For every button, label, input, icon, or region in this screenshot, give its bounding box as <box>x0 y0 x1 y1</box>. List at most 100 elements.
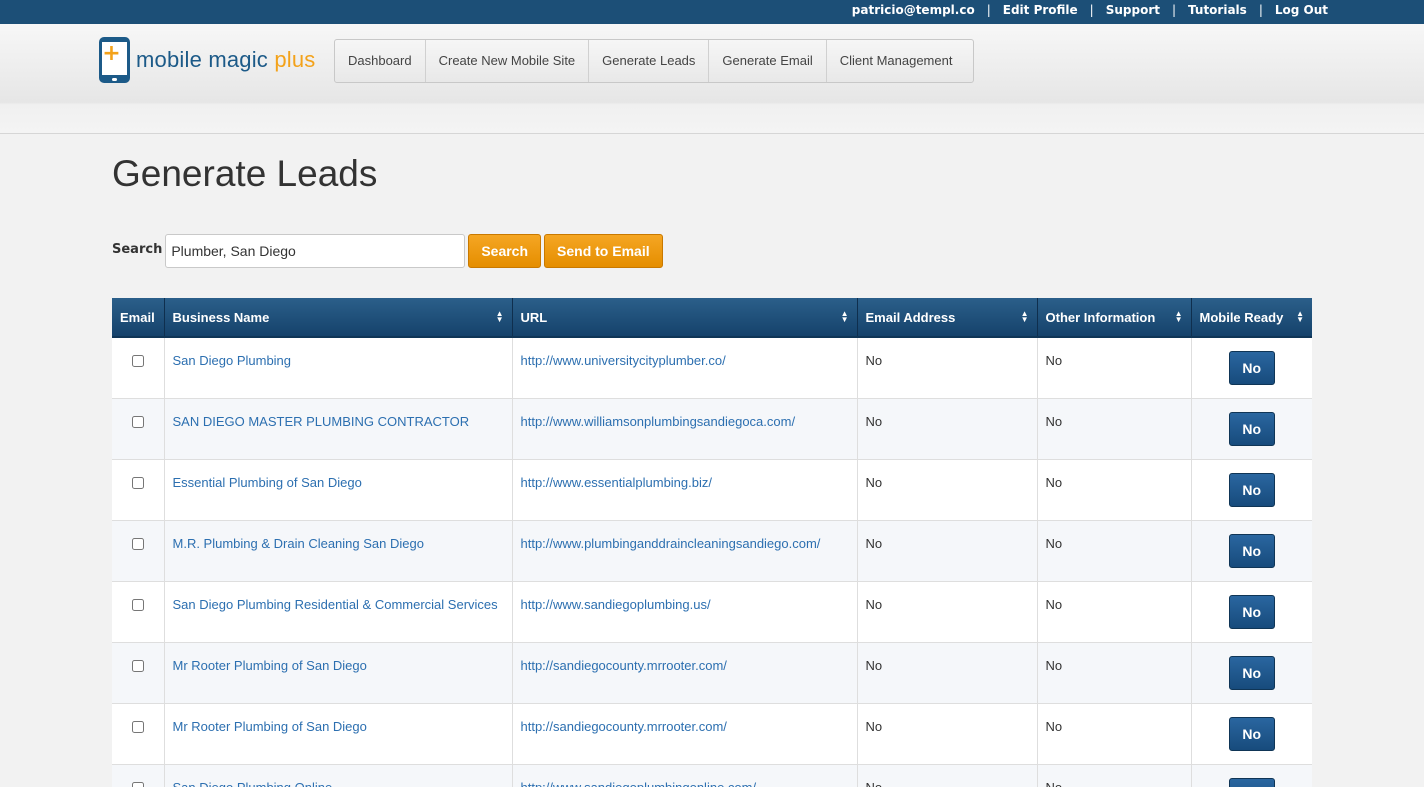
business-name-link[interactable]: San Diego Plumbing Residential & Commerc… <box>173 597 498 612</box>
url-cell: http://www.plumbinganddraincleaningsandi… <box>512 520 858 582</box>
mobile-ready-button[interactable]: No <box>1228 351 1275 385</box>
tutorials-link[interactable]: Tutorials <box>1188 3 1247 17</box>
search-button[interactable]: Search <box>468 234 542 268</box>
url-cell: http://www.williamsonplumbingsandiegoca.… <box>512 398 858 460</box>
url-link[interactable]: http://www.plumbinganddraincleaningsandi… <box>521 536 821 551</box>
table-row: SAN DIEGO MASTER PLUMBING CONTRACTOR http… <box>112 398 1312 460</box>
table-row: San Diego Plumbing Online http://www.sand… <box>112 764 1312 787</box>
url-link[interactable]: http://www.sandiegoplumbing.us/ <box>521 597 711 612</box>
column-header-mobile-ready[interactable]: Mobile Ready ▲ ▼ <box>1191 298 1312 338</box>
search-input[interactable] <box>165 234 466 268</box>
mobile-ready-cell: No <box>1191 398 1312 460</box>
email-address-cell: No <box>857 642 1038 704</box>
business-name-cell: San Diego Plumbing <box>164 337 513 399</box>
mobile-ready-cell: No <box>1191 581 1312 643</box>
business-name-link[interactable]: San Diego Plumbing Online <box>173 780 333 787</box>
url-cell: http://www.universitycityplumber.co/ <box>512 337 858 399</box>
mobile-ready-button[interactable]: No <box>1228 411 1275 446</box>
business-name-cell: San Diego Plumbing Online <box>164 764 513 787</box>
select-email-checkbox[interactable] <box>131 720 144 733</box>
business-name-link[interactable]: Mr Rooter Plumbing of San Diego <box>173 719 367 734</box>
mobile-ready-button[interactable]: No <box>1228 716 1275 751</box>
select-email-checkbox[interactable] <box>131 659 144 672</box>
mobile-ready-cell: No <box>1191 459 1312 521</box>
edit-profile-link[interactable]: Edit Profile <box>1003 3 1078 17</box>
url-cell: http://sandiegocounty.mrrooter.com/ <box>512 703 858 765</box>
url-cell: http://sandiegocounty.mrrooter.com/ <box>512 642 858 704</box>
log-out-link[interactable]: Log Out <box>1275 3 1328 17</box>
url-link[interactable]: http://www.williamsonplumbingsandiegoca.… <box>521 414 796 429</box>
select-email-checkbox[interactable] <box>131 598 144 611</box>
url-link[interactable]: http://www.sandiegoplumbingonline.com/ <box>521 780 757 787</box>
url-link[interactable]: http://www.universitycityplumber.co/ <box>521 353 726 368</box>
select-email-checkbox[interactable] <box>131 781 144 787</box>
table-row: San Diego Plumbing Residential & Commerc… <box>112 581 1312 643</box>
search-row: Search Search Send to Email <box>112 234 663 268</box>
user-email-link[interactable]: patricio@templ.co <box>852 3 975 17</box>
other-information-cell: No <box>1037 642 1192 704</box>
nav-item-client-management[interactable]: Client Management <box>827 40 974 82</box>
search-label: Search <box>112 241 163 257</box>
select-email-checkbox[interactable] <box>131 537 144 550</box>
table-row: M.R. Plumbing & Drain Cleaning San Diego… <box>112 520 1312 582</box>
email-address-cell: No <box>857 459 1038 521</box>
business-name-cell: Mr Rooter Plumbing of San Diego <box>164 642 513 704</box>
business-name-link[interactable]: Essential Plumbing of San Diego <box>173 475 362 490</box>
nav-item-generate-leads[interactable]: Generate Leads <box>589 40 710 82</box>
sort-icon: ▲ ▼ <box>495 309 504 324</box>
column-header-email-address[interactable]: Email Address ▲ ▼ <box>857 298 1038 338</box>
mobile-ready-cell: No <box>1191 703 1312 765</box>
send-to-email-button[interactable]: Send to Email <box>544 234 663 268</box>
url-cell: http://www.sandiegoplumbing.us/ <box>512 581 858 643</box>
nav-item-dashboard[interactable]: Dashboard <box>335 40 426 82</box>
mobile-ready-button[interactable]: No <box>1228 655 1275 690</box>
email-address-cell: No <box>857 581 1038 643</box>
other-information-cell: No <box>1037 398 1192 460</box>
url-link[interactable]: http://sandiegocounty.mrrooter.com/ <box>521 719 727 734</box>
select-email-checkbox[interactable] <box>131 355 144 367</box>
separator: | <box>1089 3 1094 17</box>
logo-text: mobile magic plus <box>136 47 316 72</box>
other-information-cell: No <box>1037 581 1192 643</box>
user-links: patricio@templ.co | Edit Profile | Suppo… <box>852 3 1328 17</box>
select-email-checkbox[interactable] <box>131 415 144 428</box>
business-name-link[interactable]: Mr Rooter Plumbing of San Diego <box>173 658 367 673</box>
column-header-business-name[interactable]: Business Name ▲ ▼ <box>164 298 513 338</box>
email-cell <box>112 520 165 582</box>
business-name-cell: Essential Plumbing of San Diego <box>164 459 513 521</box>
other-information-cell: No <box>1037 337 1192 399</box>
nav-item-create-new-mobile-site[interactable]: Create New Mobile Site <box>426 40 590 82</box>
url-link[interactable]: http://www.essentialplumbing.biz/ <box>521 475 712 490</box>
business-name-link[interactable]: M.R. Plumbing & Drain Cleaning San Diego <box>173 536 424 551</box>
sort-icon: ▲ ▼ <box>1020 309 1029 324</box>
table-row: Mr Rooter Plumbing of San Diego http://sa… <box>112 703 1312 765</box>
sort-icon: ▲ ▼ <box>840 309 849 324</box>
column-header-other-information[interactable]: Other Information ▲ ▼ <box>1037 298 1192 338</box>
mobile-ready-button[interactable]: No <box>1228 594 1275 629</box>
column-header-url[interactable]: URL ▲ ▼ <box>512 298 858 338</box>
leads-table: Email Business Name ▲ ▼ URL ▲ ▼ Email Addres… <box>112 298 1312 787</box>
business-name-link[interactable]: San Diego Plumbing <box>173 353 292 368</box>
email-cell <box>112 703 165 765</box>
business-name-link[interactable]: SAN DIEGO MASTER PLUMBING CONTRACTOR <box>173 414 470 429</box>
url-link[interactable]: http://sandiegocounty.mrrooter.com/ <box>521 658 727 673</box>
mobile-ready-cell: No <box>1191 520 1312 582</box>
phone-plus-icon: + <box>99 37 130 83</box>
mobile-ready-button[interactable]: No <box>1228 777 1275 787</box>
table-row: Essential Plumbing of San Diego http://ww… <box>112 459 1312 521</box>
mobile-ready-button[interactable]: No <box>1228 472 1275 507</box>
logo[interactable]: + mobile magic plus <box>99 37 316 83</box>
table-header-row: Email Business Name ▲ ▼ URL ▲ ▼ Email Addres… <box>112 298 1312 338</box>
mobile-ready-button[interactable]: No <box>1228 533 1275 568</box>
separator: | <box>986 3 991 17</box>
sort-icon: ▲ ▼ <box>1296 309 1304 324</box>
business-name-cell: San Diego Plumbing Residential & Commerc… <box>164 581 513 643</box>
mobile-ready-cell: No <box>1191 764 1312 787</box>
other-information-cell: No <box>1037 520 1192 582</box>
column-header-email[interactable]: Email <box>112 298 165 338</box>
email-address-cell: No <box>857 764 1038 787</box>
nav-item-generate-email[interactable]: Generate Email <box>709 40 827 82</box>
select-email-checkbox[interactable] <box>131 476 144 489</box>
url-cell: http://www.sandiegoplumbingonline.com/ <box>512 764 858 787</box>
support-link[interactable]: Support <box>1106 3 1160 17</box>
